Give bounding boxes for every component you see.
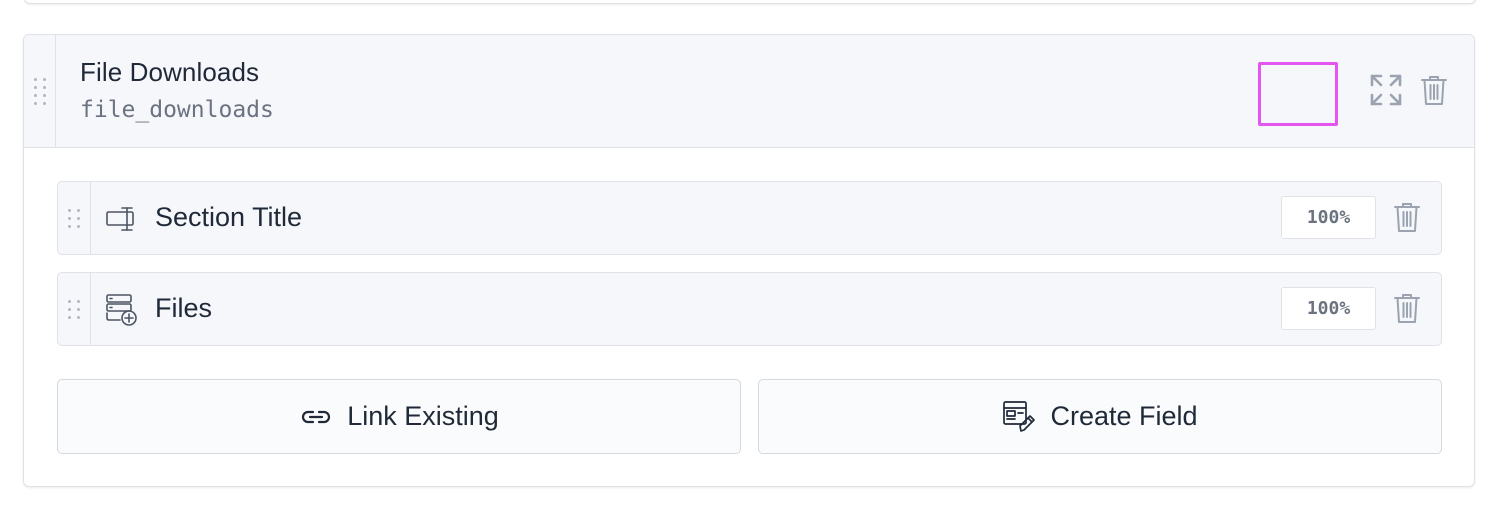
drag-dots-icon xyxy=(68,208,80,228)
matrix-block-file-downloads: File Downloads file_downloads Section Ti… xyxy=(23,34,1475,487)
field-drag-handle[interactable] xyxy=(58,273,91,345)
field-row-section-title: Section Title 100% xyxy=(57,181,1442,255)
block-drag-handle[interactable] xyxy=(24,35,56,147)
field-label: Section Title xyxy=(155,202,303,232)
expand-icon xyxy=(1370,74,1402,106)
section-title-icon xyxy=(105,202,139,236)
delete-block-button[interactable] xyxy=(1417,71,1451,109)
block-handle: file_downloads xyxy=(80,97,274,123)
trash-icon xyxy=(1421,76,1447,105)
link-existing-label: Link Existing xyxy=(347,401,499,431)
highlighted-region xyxy=(1258,62,1338,126)
delete-field-button[interactable] xyxy=(1390,289,1424,327)
drag-dots-icon xyxy=(33,77,46,105)
field-drag-handle[interactable] xyxy=(58,182,91,254)
files-icon xyxy=(105,293,139,327)
expand-button[interactable] xyxy=(1368,71,1404,109)
block-title: File Downloads xyxy=(80,57,260,87)
delete-field-button[interactable] xyxy=(1390,198,1424,236)
create-field-label: Create Field xyxy=(1050,401,1198,431)
field-width-badge[interactable]: 100% xyxy=(1281,287,1376,330)
trash-icon xyxy=(1394,203,1420,232)
previous-block-card xyxy=(24,0,1476,4)
link-icon xyxy=(299,407,333,427)
field-label: Files xyxy=(155,293,213,323)
field-row-files: Files 100% xyxy=(57,272,1442,346)
create-field-button[interactable]: Create Field xyxy=(758,379,1442,454)
trash-icon xyxy=(1394,294,1420,323)
create-field-icon xyxy=(1002,400,1036,434)
field-width-badge[interactable]: 100% xyxy=(1281,196,1376,239)
link-existing-button[interactable]: Link Existing xyxy=(57,379,741,454)
block-header: File Downloads file_downloads xyxy=(24,35,1474,148)
drag-dots-icon xyxy=(68,299,80,319)
